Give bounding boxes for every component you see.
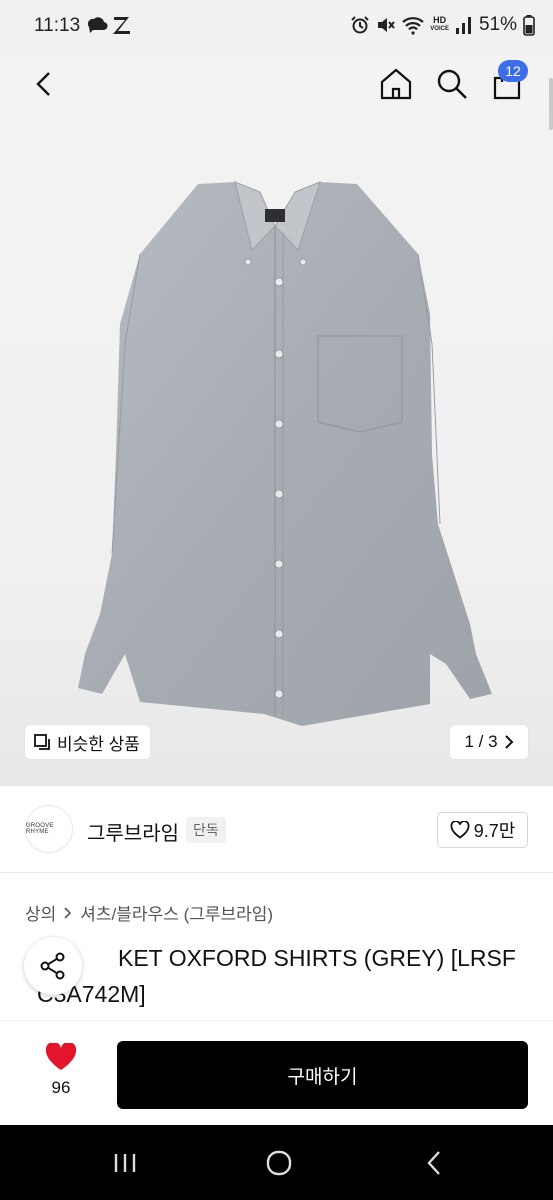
breadcrumb-subcategory[interactable]: 셔츠/블라우스 (그루브라임) — [80, 900, 273, 925]
alarm-icon — [351, 16, 370, 34]
chevron-left-icon — [36, 72, 50, 96]
chevron-right-icon — [504, 735, 513, 749]
home-button[interactable] — [376, 64, 416, 104]
chevron-right-icon — [64, 906, 72, 919]
back-nav-button[interactable] — [414, 1147, 454, 1179]
favorite-count: 96 — [51, 1078, 71, 1097]
exclusive-tag: 단독 — [186, 817, 226, 843]
home-icon — [380, 68, 412, 100]
voice-label: VOICE — [430, 26, 449, 32]
heart-filled-icon — [45, 1041, 77, 1070]
breadcrumb: 상의 셔츠/블라우스 (그루브라임) — [25, 900, 273, 925]
status-time: 11:13 — [34, 15, 81, 36]
bottom-action-bar: 96 구매하기 — [0, 1020, 553, 1126]
product-title-line2: C3A742M] — [37, 981, 146, 1007]
similar-products-label: 비슷한 상품 — [57, 734, 140, 754]
favorite-button[interactable]: 96 — [36, 1041, 86, 1098]
z-icon — [113, 17, 130, 34]
brand-logo[interactable]: GROOVE RHYME — [25, 805, 73, 853]
brand-row[interactable]: GROOVE RHYME 그루브라임 단독 9.7만 — [0, 786, 553, 873]
recent-apps-button[interactable] — [105, 1147, 145, 1179]
share-button[interactable] — [24, 937, 82, 995]
breadcrumb-category[interactable]: 상의 — [25, 900, 56, 925]
product-title-line1: KET OXFORD SHIRTS (GREY) [LRSF — [118, 945, 516, 971]
status-bar: 11:13 HD VOICE 51% — [0, 0, 553, 54]
home-nav-button[interactable] — [259, 1147, 299, 1179]
hd-voice-icon: HD VOICE — [430, 16, 449, 34]
system-navigation-bar — [0, 1125, 553, 1200]
scrollbar-thumb[interactable] — [549, 78, 553, 130]
back-button[interactable] — [24, 64, 64, 104]
brand-like-count: 9.7만 — [473, 821, 516, 841]
search-icon — [437, 69, 467, 99]
home-circle-icon — [266, 1150, 292, 1176]
signal-icon — [455, 17, 471, 34]
heart-outline-icon — [450, 821, 470, 839]
brand-logo-text: GROOVE RHYME — [26, 823, 54, 835]
brand-name[interactable]: 그루브라임 — [87, 817, 179, 846]
copy-icon — [34, 734, 50, 750]
hd-label: HD — [433, 15, 447, 25]
cart-badge: 12 — [498, 60, 528, 82]
product-title: KET OXFORD SHIRTS (GREY) [LRSF C3A742M] — [25, 940, 535, 1012]
battery-icon — [523, 15, 535, 36]
brand-like-button[interactable]: 9.7만 — [437, 812, 528, 848]
search-button[interactable] — [432, 64, 472, 104]
product-image-carousel[interactable]: 12 비슷한 상품 1 / 3 — [0, 54, 553, 786]
similar-products-button[interactable]: 비슷한 상품 — [25, 725, 150, 759]
product-shirt-image — [78, 181, 492, 726]
cloud-chat-icon — [87, 17, 108, 33]
buy-button[interactable]: 구매하기 — [117, 1041, 528, 1109]
back-icon — [427, 1151, 440, 1175]
recent-apps-icon — [114, 1154, 136, 1172]
battery-percent: 51% — [478, 14, 517, 35]
mute-icon — [378, 18, 396, 32]
image-pager[interactable]: 1 / 3 — [450, 725, 528, 759]
share-icon — [40, 952, 65, 980]
wifi-icon — [402, 17, 425, 35]
pager-text: 1 / 3 — [464, 732, 498, 751]
